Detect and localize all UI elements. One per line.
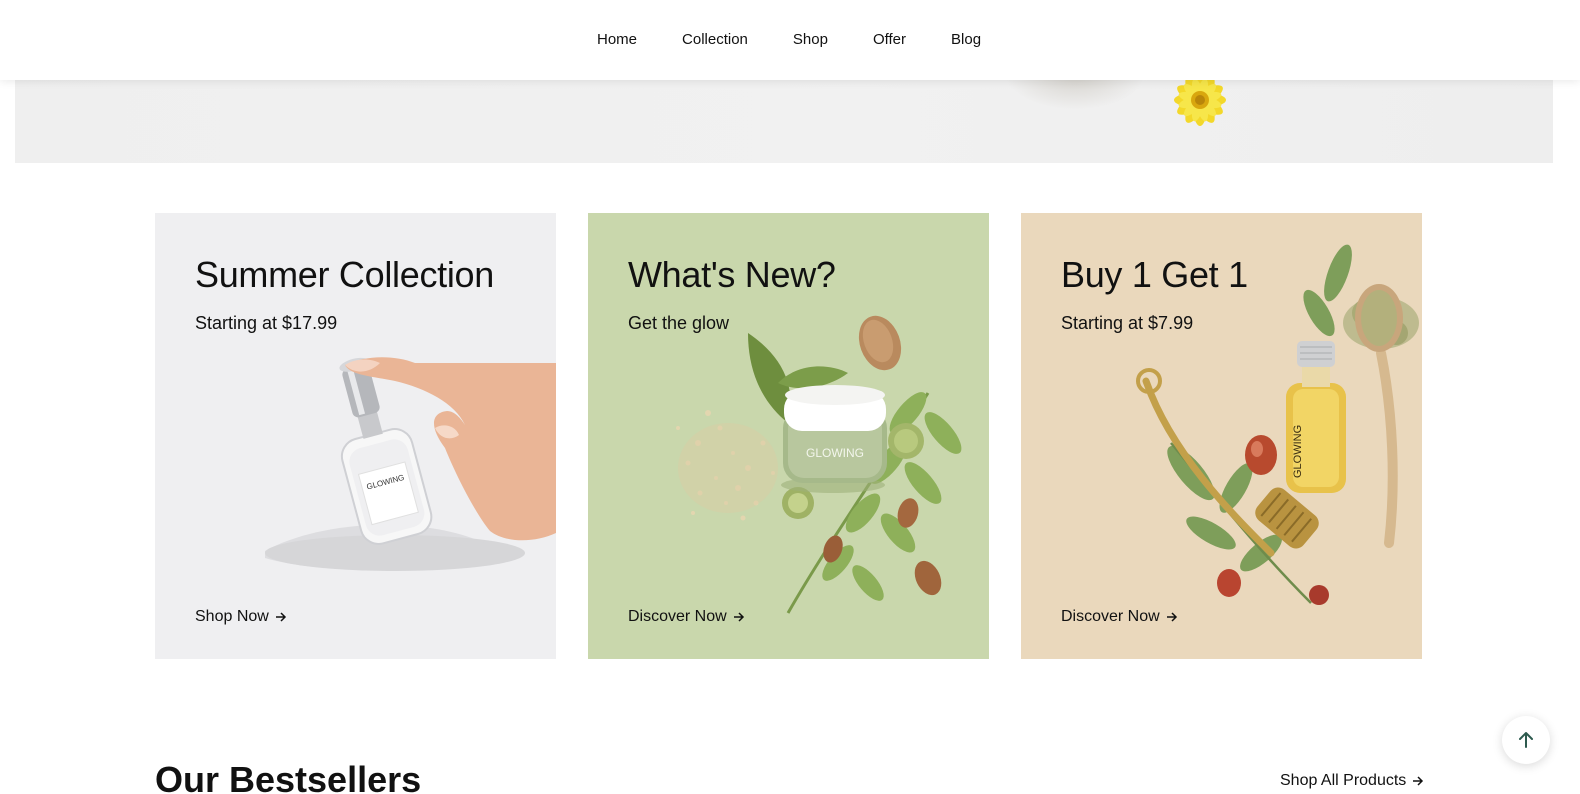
top-navbar: Home Collection Shop Offer Blog xyxy=(0,0,1580,80)
promo-card-whats-new[interactable]: GLOWING What's New? Get the glow Discove… xyxy=(588,213,989,659)
arrow-right-icon xyxy=(1413,776,1424,786)
arrow-right-icon xyxy=(733,612,744,622)
discover-now-link[interactable]: Discover Now xyxy=(628,607,745,627)
card-subtitle: Starting at $17.99 xyxy=(195,313,338,333)
link-label: Shop All Products xyxy=(1280,772,1407,789)
jar-label-text: GLOWING xyxy=(806,446,864,460)
shop-now-link[interactable]: Shop Now xyxy=(195,607,287,627)
promo-card-buy-one-get-one[interactable]: GLOWING Buy 1 Get 1 Starting at $7.99 Di… xyxy=(1021,213,1422,659)
card-subtitle: Starting at $7.99 xyxy=(1061,313,1194,333)
link-label: Discover Now xyxy=(628,608,727,625)
promo-card-summer[interactable]: GLOWING Summer Collection Starting at $1… xyxy=(155,213,556,659)
nav-item-blog[interactable]: Blog xyxy=(951,30,981,50)
link-label: Shop Now xyxy=(195,608,269,625)
nav-item-shop[interactable]: Shop xyxy=(793,30,828,50)
card-title: Summer Collection xyxy=(195,254,495,295)
shop-all-products-link[interactable]: Shop All Products xyxy=(1280,771,1424,791)
arrow-right-icon xyxy=(1166,612,1177,622)
nav-item-collection[interactable]: Collection xyxy=(682,30,748,50)
arrow-up-icon xyxy=(1519,732,1533,748)
nav-item-home[interactable]: Home xyxy=(597,30,637,50)
nav-item-offer[interactable]: Offer xyxy=(873,30,906,50)
link-label: Discover Now xyxy=(1061,608,1160,625)
discover-now-link[interactable]: Discover Now xyxy=(1061,607,1178,627)
card-title: Buy 1 Get 1 xyxy=(1061,254,1248,295)
scroll-to-top-button[interactable] xyxy=(1502,716,1550,764)
arrow-right-icon xyxy=(275,612,286,622)
card-title: What's New? xyxy=(628,254,836,295)
card-subtitle: Get the glow xyxy=(628,313,730,333)
bottle-label-text: GLOWING xyxy=(1292,425,1304,478)
nav-menu: Home Collection Shop Offer Blog xyxy=(597,30,981,50)
bestsellers-title: Our Bestsellers xyxy=(155,759,422,794)
